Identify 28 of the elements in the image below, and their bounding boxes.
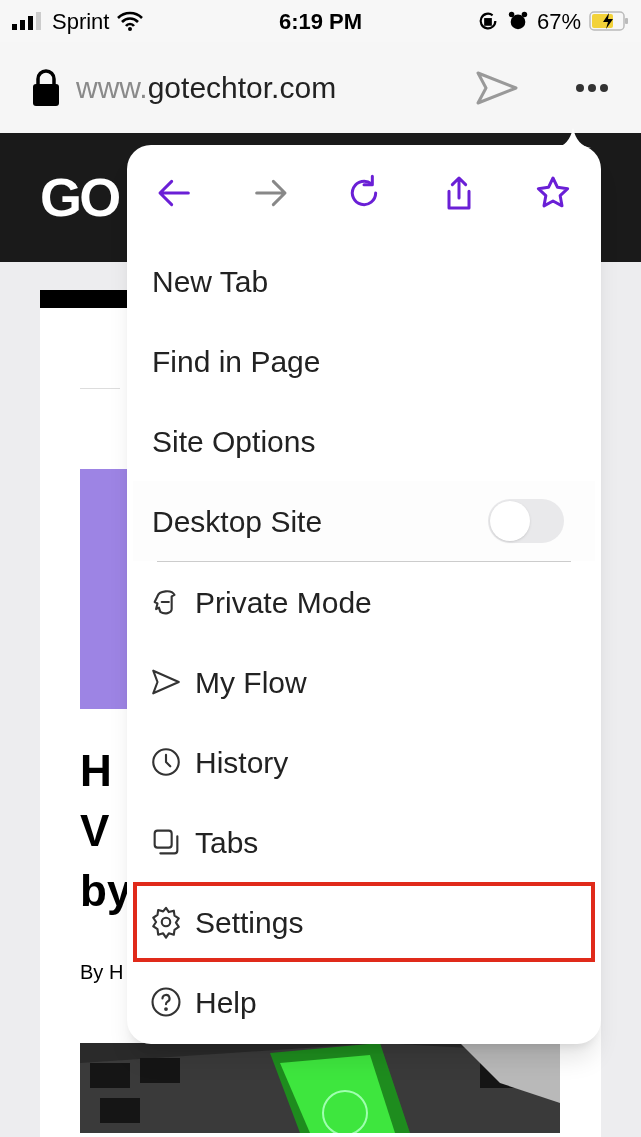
byline: By H xyxy=(80,960,125,985)
help-icon xyxy=(149,985,183,1019)
signal-icon xyxy=(12,12,44,30)
menu-item[interactable]: Tabs xyxy=(133,802,595,882)
headline-line: V xyxy=(80,805,110,857)
menu-item[interactable]: Help xyxy=(133,962,595,1042)
menu-item[interactable]: Private Mode xyxy=(133,562,595,642)
menu-item[interactable]: My Flow xyxy=(133,642,595,722)
battery-percent: 67% xyxy=(536,7,581,36)
menu-item[interactable]: Settings xyxy=(133,882,595,962)
lock-icon xyxy=(32,68,60,107)
menu-item[interactable]: New Tab xyxy=(133,241,595,321)
clock-time: 6:19 PM xyxy=(277,7,364,36)
alarm-clock-icon xyxy=(506,10,529,32)
send-arrow-icon[interactable] xyxy=(475,69,519,106)
menu-item[interactable]: Site Options xyxy=(133,401,595,481)
headline-line: by xyxy=(80,865,132,917)
menu-item[interactable]: Find in Page xyxy=(133,321,595,401)
menu-item[interactable]: History xyxy=(133,722,595,802)
clock-icon xyxy=(149,745,183,779)
site-logo: GO xyxy=(40,166,119,229)
menu-item[interactable]: Desktop Site xyxy=(152,498,488,544)
toggle-switch[interactable] xyxy=(488,499,564,543)
headline-line: H xyxy=(80,745,112,797)
carrier-name: Sprint xyxy=(52,7,110,36)
more-icon[interactable] xyxy=(575,82,609,93)
settings-icon xyxy=(149,905,183,939)
wifi-icon xyxy=(117,11,144,31)
